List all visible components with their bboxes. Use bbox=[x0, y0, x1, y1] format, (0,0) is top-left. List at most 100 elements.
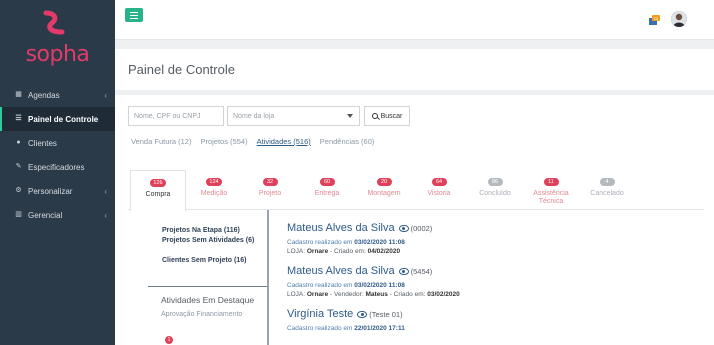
stage-count-badge: 32 bbox=[262, 178, 278, 186]
store-select[interactable]: Nome da loja bbox=[227, 106, 360, 126]
logo[interactable]: sopha bbox=[0, 0, 115, 80]
stage-label: Entrega bbox=[314, 190, 340, 197]
side-filter-list: Projetos Na Etapa (116) Projetos Sem Ati… bbox=[148, 215, 268, 344]
eye-icon[interactable] bbox=[398, 224, 409, 232]
brand-name: sopha bbox=[25, 42, 90, 67]
chart-icon: ▥ bbox=[15, 211, 22, 218]
notification-icon[interactable]: 12 bbox=[648, 15, 660, 27]
filter-tabs: Venda Futura (12) Projetos (554) Ativida… bbox=[131, 137, 383, 146]
tab-projetos[interactable]: Projetos (554) bbox=[200, 137, 247, 146]
cogs-icon: ⚙ bbox=[15, 187, 22, 194]
chevron-left-icon: ‹ bbox=[104, 187, 107, 196]
stage-tab-cancelado[interactable]: 4 Cancelado bbox=[579, 170, 635, 210]
stage-count-badge: 64 bbox=[431, 178, 447, 186]
divider bbox=[148, 286, 268, 287]
stage-count-badge: 126 bbox=[150, 179, 166, 187]
stage-tab-projeto[interactable]: 32 Projeto bbox=[242, 170, 298, 210]
created-date: 04/02/2020 bbox=[367, 248, 401, 255]
search-bar: Nome, CPF ou CNPJ Nome da loja Buscar bbox=[128, 106, 410, 126]
created-label: - Criado em: bbox=[389, 291, 426, 298]
stage-label: Compra bbox=[145, 191, 171, 198]
sidebar: sopha ▦ Agendas ‹ ☰ Painel de Controle ●… bbox=[0, 0, 115, 345]
created-date: 03/02/2020 bbox=[427, 291, 460, 298]
stage-label: Assistência Técnica bbox=[533, 190, 569, 205]
stage-tab-vistoria[interactable]: 64 Vistoria bbox=[411, 170, 467, 210]
sidebar-item-label: Personalizar bbox=[28, 186, 73, 196]
customer-name-link[interactable]: Virgínia Teste bbox=[287, 308, 353, 320]
stage-tab-medicao[interactable]: 124 Medição bbox=[186, 170, 242, 210]
page-title: Painel de Controle bbox=[128, 62, 235, 77]
stage-label: Montagem bbox=[367, 190, 401, 197]
customer-name-link[interactable]: Mateus Alves da Silva bbox=[287, 222, 395, 234]
notification-count: 12 bbox=[654, 16, 659, 21]
sidebar-item-label: Gerencial bbox=[28, 210, 63, 220]
store-name: Ornare bbox=[306, 291, 329, 298]
store-label: LOJA: bbox=[287, 248, 306, 255]
registered-date: 03/02/2020 11:08 bbox=[354, 239, 405, 246]
registered-label: Cadastro realizado em bbox=[287, 325, 353, 332]
stage-tabs: 126 Compra 124 Medição 32 Projeto 60 Ent… bbox=[128, 170, 704, 211]
menu-toggle-button[interactable] bbox=[125, 8, 143, 22]
pencil-icon: ✎ bbox=[15, 163, 22, 170]
store-select-placeholder: Nome da loja bbox=[233, 113, 275, 120]
sidebar-item-personalizar[interactable]: ⚙ Personalizar ‹ bbox=[0, 179, 115, 203]
registered-label: Cadastro realizado em bbox=[287, 282, 353, 289]
store-name: Ornare bbox=[306, 248, 329, 255]
avatar[interactable] bbox=[671, 11, 687, 27]
sidebar-item-agendas[interactable]: ▦ Agendas ‹ bbox=[0, 83, 115, 107]
chevron-left-icon: ‹ bbox=[104, 211, 107, 220]
link-projetos-na-etapa[interactable]: Projetos Na Etapa (116) bbox=[148, 215, 268, 235]
list-item: Mateus Alves da Silva (0002) Cadastro re… bbox=[287, 221, 697, 255]
link-clientes-sem-projeto[interactable]: Clientes Sem Projeto (16) bbox=[148, 255, 268, 275]
seller-label: - Vendedor: bbox=[330, 291, 364, 298]
stage-tab-entrega[interactable]: 60 Entrega bbox=[299, 170, 355, 210]
sidebar-item-painel-de-controle[interactable]: ☰ Painel de Controle bbox=[0, 107, 115, 131]
highlights-title: Atividades Em Destaque bbox=[161, 295, 255, 305]
tab-atividades[interactable]: Atividades (516) bbox=[257, 137, 311, 146]
eye-icon[interactable] bbox=[357, 310, 368, 318]
link-projetos-sem-atividades[interactable]: Projetos Sem Atividades (6) bbox=[148, 235, 268, 255]
user-icon: ● bbox=[16, 139, 21, 146]
caret-down-icon bbox=[347, 114, 353, 118]
stage-count-badge: 86 bbox=[487, 178, 503, 186]
stage-tab-assistencia-tecnica[interactable]: 11 Assistência Técnica bbox=[523, 170, 579, 210]
stage-label: Medição bbox=[200, 190, 228, 197]
sidebar-item-especificadores[interactable]: ✎ Especificadores bbox=[0, 155, 115, 179]
calendar-icon: ▦ bbox=[15, 91, 22, 98]
customer-code: (5454) bbox=[410, 266, 433, 276]
sopha-logo-mark bbox=[43, 10, 65, 35]
list-item: Virgínia Teste (Teste 01) Cadastro reali… bbox=[287, 307, 697, 332]
highlight-count-badge: 1 bbox=[165, 336, 173, 344]
stage-label: Vistoria bbox=[427, 190, 451, 197]
registered-label: Cadastro realizado em bbox=[287, 239, 353, 246]
sidebar-item-label: Clientes bbox=[28, 138, 57, 148]
customer-name-link[interactable]: Mateus Alves da Silva bbox=[287, 265, 395, 277]
customer-search-input[interactable]: Nome, CPF ou CNPJ bbox=[128, 106, 224, 126]
list-icon: ☰ bbox=[15, 115, 22, 122]
stage-label: Projeto bbox=[258, 190, 282, 197]
stage-tab-montagem[interactable]: 20 Montagem bbox=[356, 170, 412, 210]
search-button[interactable]: Buscar bbox=[364, 106, 410, 126]
stage-tab-concluido[interactable]: 86 Concluído bbox=[467, 170, 523, 210]
sidebar-nav: ▦ Agendas ‹ ☰ Painel de Controle ● Clien… bbox=[0, 83, 115, 227]
customer-code: (0002) bbox=[410, 223, 433, 233]
stage-label: Concluído bbox=[479, 190, 511, 197]
eye-icon[interactable] bbox=[398, 267, 409, 275]
sidebar-item-label: Agendas bbox=[28, 90, 60, 100]
search-button-label: Buscar bbox=[380, 112, 403, 120]
sidebar-item-clientes[interactable]: ● Clientes bbox=[0, 131, 115, 155]
stage-count-badge: 20 bbox=[376, 178, 392, 186]
customer-code: (Teste 01) bbox=[369, 309, 403, 319]
highlight-item[interactable]: Aprovação Financiamento bbox=[148, 311, 268, 318]
list-item: Mateus Alves da Silva (5454) Cadastro re… bbox=[287, 264, 697, 298]
results-list: Mateus Alves da Silva (0002) Cadastro re… bbox=[287, 221, 697, 341]
stage-label: Cancelado bbox=[590, 190, 624, 197]
stage-count-badge: 11 bbox=[543, 178, 559, 186]
sidebar-item-label: Especificadores bbox=[28, 162, 85, 172]
sidebar-item-gerencial[interactable]: ▥ Gerencial ‹ bbox=[0, 203, 115, 227]
stage-tab-compra[interactable]: 126 Compra bbox=[130, 170, 186, 211]
store-label: LOJA: bbox=[287, 291, 306, 298]
seller-name: Mateus bbox=[365, 291, 388, 298]
tab-venda-futura[interactable]: Venda Futura (12) bbox=[131, 137, 191, 146]
tab-pendencias[interactable]: Pendências (60) bbox=[320, 137, 375, 146]
